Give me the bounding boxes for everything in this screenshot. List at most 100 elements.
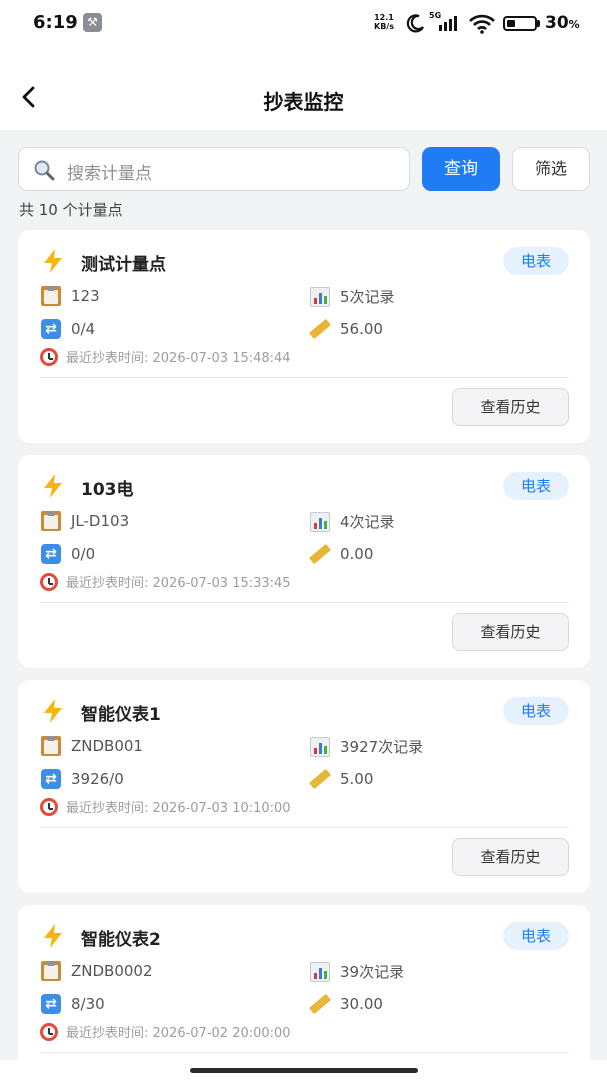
sync-icon: ⇄: [41, 544, 61, 564]
last-reading-time: 最近抄表时间: 2026-07-02 20:00:00: [40, 1022, 291, 1041]
wrench-icon: ⚒: [83, 13, 102, 32]
meter-card[interactable]: 测试计量点 电表 123 5次记录 ⇄ 0/4 56.00 最近抄表时间: 202…: [18, 230, 590, 443]
meter-code-value: ZNDB0002: [71, 962, 153, 980]
meter-records: 3927次记录: [310, 736, 423, 757]
last-reading-time-value: 最近抄表时间: 2026-07-03 15:48:44: [66, 351, 291, 366]
meter-ratio-value: 0/4: [71, 320, 96, 338]
card-divider: [40, 377, 569, 378]
screen: 6:19 ⚒ 12.1 KB/s 5G 30% 抄表监控 搜索计量点 查询 筛选…: [0, 0, 607, 1080]
alarm-clock-icon: [40, 347, 58, 366]
battery-icon: [503, 16, 537, 31]
meter-reading-value: 0.00: [340, 545, 374, 563]
clipboard-icon: [41, 736, 61, 756]
meter-card[interactable]: 智能仪表1 电表 ZNDB001 3927次记录 ⇄ 3926/0 5.00 最近…: [18, 680, 590, 893]
battery-level: [507, 20, 515, 27]
meter-count: 共 10 个计量点: [19, 201, 123, 219]
meter-reading: 30.00: [310, 994, 383, 1014]
meter-ratio: ⇄ 3926/0: [41, 769, 124, 789]
meter-records: 5次记录: [310, 286, 395, 307]
lightning-icon: [44, 474, 62, 498]
meter-code: JL-D103: [41, 511, 129, 531]
network-speed-unit: KB/s: [374, 22, 394, 31]
wifi-icon: [469, 14, 495, 34]
search-icon: [34, 160, 55, 181]
meter-code: 123: [41, 286, 100, 306]
meter-records-value: 39次记录: [340, 963, 405, 981]
alarm-clock-icon: [40, 797, 58, 816]
card-divider: [40, 602, 569, 603]
moon-icon: [406, 14, 424, 33]
page-title: 抄表监控: [263, 90, 344, 114]
ruler-icon: [306, 540, 334, 568]
status-time: 6:19: [33, 12, 78, 33]
search-input[interactable]: 搜索计量点: [18, 147, 410, 191]
meter-reading-value: 5.00: [340, 770, 374, 788]
battery-percent: 30%: [545, 13, 580, 33]
meter-card[interactable]: 智能仪表2 电表 ZNDB0002 39次记录 ⇄ 8/30 30.00 最近抄表…: [18, 905, 590, 1080]
last-reading-time-value: 最近抄表时间: 2026-07-03 10:10:00: [66, 801, 291, 816]
meter-name: 测试计量点: [81, 255, 166, 275]
meter-reading: 5.00: [310, 769, 373, 789]
last-reading-time: 最近抄表时间: 2026-07-03 10:10:00: [40, 797, 291, 816]
meter-name: 103电: [81, 480, 134, 500]
meter-card-list: 测试计量点 电表 123 5次记录 ⇄ 0/4 56.00 最近抄表时间: 202…: [18, 230, 590, 1080]
clipboard-icon: [41, 511, 61, 531]
meter-type-badge: 电表: [503, 247, 569, 275]
meter-reading: 56.00: [310, 319, 383, 339]
meter-type-badge: 电表: [503, 697, 569, 725]
bar-chart-icon: [310, 961, 330, 982]
lightning-icon: [44, 249, 62, 273]
bar-chart-icon: [310, 286, 330, 307]
meter-records: 39次记录: [310, 961, 404, 982]
last-reading-time: 最近抄表时间: 2026-07-03 15:48:44: [40, 347, 291, 366]
meter-ratio: ⇄ 8/30: [41, 994, 105, 1014]
card-divider: [40, 1052, 569, 1053]
meter-code: ZNDB001: [41, 736, 143, 756]
ruler-icon: [306, 990, 334, 1018]
meter-card[interactable]: 103电 电表 JL-D103 4次记录 ⇄ 0/0 0.00 最近抄表时间: 2…: [18, 455, 590, 668]
last-reading-time: 最近抄表时间: 2026-07-03 15:33:45: [40, 572, 291, 591]
home-indicator[interactable]: [190, 1068, 418, 1073]
meter-records-value: 5次记录: [340, 288, 395, 306]
network-speed-value: 12.1: [374, 13, 394, 22]
last-reading-time-value: 最近抄表时间: 2026-07-02 20:00:00: [66, 1026, 291, 1041]
query-button[interactable]: 查询: [422, 147, 500, 191]
view-history-button[interactable]: 查看历史: [452, 838, 569, 876]
clipboard-icon: [41, 961, 61, 981]
alarm-clock-icon: [40, 1022, 58, 1041]
meter-code: ZNDB0002: [41, 961, 153, 981]
sync-icon: ⇄: [41, 769, 61, 789]
meter-records: 4次记录: [310, 511, 395, 532]
meter-type-badge: 电表: [503, 472, 569, 500]
last-reading-time-value: 最近抄表时间: 2026-07-03 15:33:45: [66, 576, 291, 591]
sync-icon: ⇄: [41, 319, 61, 339]
meter-records-value: 4次记录: [340, 513, 395, 531]
battery-cap: [537, 20, 540, 27]
battery-percent-value: 30: [545, 13, 569, 33]
alarm-clock-icon: [40, 572, 58, 591]
meter-ratio: ⇄ 0/0: [41, 544, 95, 564]
ruler-icon: [306, 315, 334, 343]
meter-code-value: 123: [71, 287, 100, 305]
view-history-button[interactable]: 查看历史: [452, 613, 569, 651]
meter-records-value: 3927次记录: [340, 738, 424, 756]
meter-type-badge: 电表: [503, 922, 569, 950]
bar-chart-icon: [310, 736, 330, 757]
app-header: 抄表监控: [0, 48, 607, 130]
bar-chart-icon: [310, 511, 330, 532]
meter-ratio: ⇄ 0/4: [41, 319, 95, 339]
meter-code-value: ZNDB001: [71, 737, 143, 755]
meter-code-value: JL-D103: [71, 512, 130, 530]
clipboard-icon: [41, 286, 61, 306]
network-speed: 12.1 KB/s: [374, 13, 394, 31]
card-divider: [40, 827, 569, 828]
meter-reading-value: 30.00: [340, 995, 383, 1013]
ruler-icon: [306, 765, 334, 793]
filter-button[interactable]: 筛选: [512, 147, 590, 191]
status-bar: 6:19 ⚒ 12.1 KB/s 5G 30%: [0, 0, 607, 48]
meter-reading-value: 56.00: [340, 320, 383, 338]
meter-ratio-value: 3926/0: [71, 770, 124, 788]
meter-ratio-value: 0/0: [71, 545, 96, 563]
sync-icon: ⇄: [41, 994, 61, 1014]
view-history-button[interactable]: 查看历史: [452, 388, 569, 426]
